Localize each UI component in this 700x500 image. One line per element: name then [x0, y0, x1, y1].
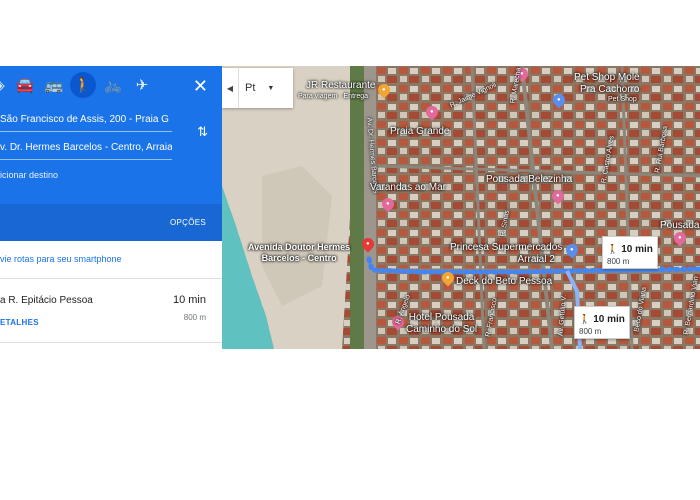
destination-input[interactable]: v. Dr. Hermes Barcelos - Centro, Arraia: [0, 137, 172, 160]
destination-label-line2: Barcelos - Centro: [261, 253, 337, 263]
destination-label-line1: Avenida Doutor Hermes: [248, 242, 351, 252]
time-card-time: 10 min: [621, 244, 653, 255]
cycling-mode-button[interactable]: 🚲: [100, 72, 126, 98]
map-label-pousada[interactable]: Pousada: [660, 220, 699, 231]
route-time-card[interactable]: 🚶 10 min 800 m: [602, 236, 658, 269]
bicycle-icon: 🚲: [103, 77, 123, 94]
language-value: Pt: [245, 82, 256, 94]
travel-mode-bar: ◈ 🚘 🚌 🚶 🚲 ✈: [0, 72, 222, 102]
language-select[interactable]: Pt ▼: [239, 68, 293, 108]
collapse-panel-icon[interactable]: ◀: [222, 68, 239, 108]
divider: [0, 342, 222, 343]
map-label-praia-grande[interactable]: Praia Grande: [390, 126, 449, 137]
transit-mode-button[interactable]: 🚌: [41, 72, 67, 98]
route-via-text[interactable]: a R. Epitácio Pessoa: [0, 295, 93, 306]
best-route-icon: ◈: [0, 76, 5, 94]
route-time: 10 min: [172, 294, 206, 306]
time-card-distance: 800 m: [607, 257, 630, 266]
directions-panel: ◈ 🚘 🚌 🚶 🚲 ✈ ✕ São Francisco de Assis, 20…: [0, 66, 222, 349]
map-label-hotel[interactable]: Hotel Pousada Caminho do Sol: [406, 312, 477, 336]
swap-directions-icon[interactable]: ⇅: [197, 124, 208, 140]
hotel-line1: Hotel Pousada: [408, 312, 475, 323]
map-label-pra-cachorro[interactable]: Pra Cachorro: [580, 84, 639, 95]
route-time-card[interactable]: 🚶 10 min 800 m: [574, 306, 630, 339]
screenshot: ◈ 🚘 🚌 🚶 🚲 ✈ ✕ São Francisco de Assis, 20…: [0, 66, 700, 349]
map-label-deck[interactable]: Deck do Beto Pessoa: [456, 276, 552, 287]
bus-icon: 🚌: [44, 77, 64, 94]
best-route-mode-button[interactable]: ◈: [0, 72, 12, 98]
flights-mode-button[interactable]: ✈: [129, 72, 155, 98]
walking-mode-button[interactable]: 🚶: [70, 72, 96, 98]
time-card-time: 10 min: [593, 314, 625, 325]
chevron-down-icon: ▼: [267, 84, 275, 92]
destination-label[interactable]: Avenida Doutor Hermes Barcelos - Centro: [248, 242, 350, 264]
time-card-distance: 800 m: [579, 327, 602, 336]
walking-icon: 🚶: [607, 244, 619, 254]
details-button[interactable]: ETALHES: [0, 318, 39, 327]
route-distance: 800 m: [183, 313, 206, 322]
origin-input[interactable]: São Francisco de Assis, 200 - Praia G: [0, 109, 172, 132]
close-icon[interactable]: ✕: [193, 76, 208, 97]
walking-icon: 🚶: [579, 314, 591, 324]
hotel-line2: Caminho do Sol: [406, 324, 478, 335]
map-label-jr-restaurante[interactable]: JR Restaurante: [306, 80, 375, 91]
divider: [0, 278, 222, 279]
princesa-line1: Princesa Supermercados: [450, 242, 563, 253]
map-label-varandas[interactable]: Varandas ao Mar: [370, 182, 446, 193]
airplane-icon: ✈: [135, 77, 149, 94]
walking-icon: 🚶: [73, 77, 93, 94]
map-label-pet-shop[interactable]: Pet Shop Mole: [574, 72, 640, 83]
send-to-phone-link[interactable]: vie rotas para seu smartphone: [0, 254, 122, 264]
map-label-para-viagem: Para viagem · Entrega: [298, 93, 369, 100]
options-bar: OPÇÕES: [0, 204, 222, 241]
map-label-princesa[interactable]: Princesa Supermercados Arraial 2: [450, 242, 562, 266]
car-icon: 🚘: [15, 77, 35, 94]
map-label-pousada-belezinha[interactable]: Pousada Belezinha: [486, 174, 572, 185]
map-language-control[interactable]: ◀ Pt ▼: [222, 68, 293, 108]
satellite-map[interactable]: ◀ Pt ▼ ● ● ● ● ● ● ● ● ● ● ● JR Restauran…: [222, 66, 700, 349]
driving-mode-button[interactable]: 🚘: [12, 72, 38, 98]
add-destination-link[interactable]: icionar destino: [0, 170, 58, 180]
directions-header: ◈ 🚘 🚌 🚶 🚲 ✈ ✕ São Francisco de Assis, 20…: [0, 66, 222, 241]
princesa-line2: Arraial 2: [517, 254, 555, 265]
map-label-pet-shop-category: Pet Shop: [608, 96, 637, 103]
options-button[interactable]: OPÇÕES: [170, 218, 206, 227]
